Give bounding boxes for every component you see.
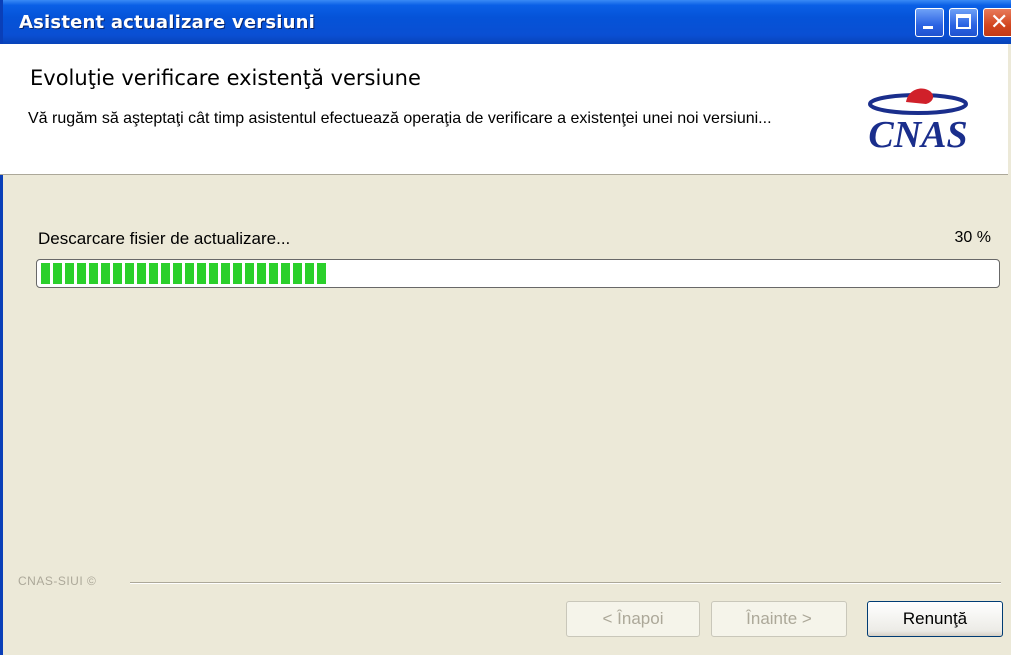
title-bar[interactable]: Asistent actualizare versiuni ✕ <box>3 0 1011 44</box>
next-button[interactable]: Înainte > <box>711 601 847 637</box>
progress-fill <box>41 263 327 284</box>
footer-divider <box>130 582 1001 584</box>
page-description: Vă rugăm să aşteptaţi cât timp asistentu… <box>28 110 772 127</box>
footer-brand: CNAS-SIUI © <box>18 574 97 588</box>
maximize-icon <box>956 14 971 29</box>
logo-text: CNAS <box>868 114 967 156</box>
progress-label: Descarcare fisier de actualizare... <box>38 229 291 248</box>
close-button[interactable]: ✕ <box>983 8 1011 37</box>
back-button[interactable]: < Înapoi <box>566 601 700 637</box>
cancel-button[interactable]: Renunţă <box>867 601 1003 637</box>
cnas-logo: CNAS <box>868 88 968 156</box>
page-title: Evoluţie verificare existenţă versiune <box>30 66 421 90</box>
window-title: Asistent actualizare versiuni <box>19 12 316 33</box>
progress-bar <box>36 259 1000 288</box>
minimize-button[interactable] <box>915 8 944 37</box>
minimize-icon <box>923 26 933 29</box>
logo-figure <box>906 88 934 104</box>
close-icon: ✕ <box>990 10 1009 35</box>
progress-percent: 30 % <box>954 229 991 246</box>
maximize-button[interactable] <box>949 8 978 37</box>
